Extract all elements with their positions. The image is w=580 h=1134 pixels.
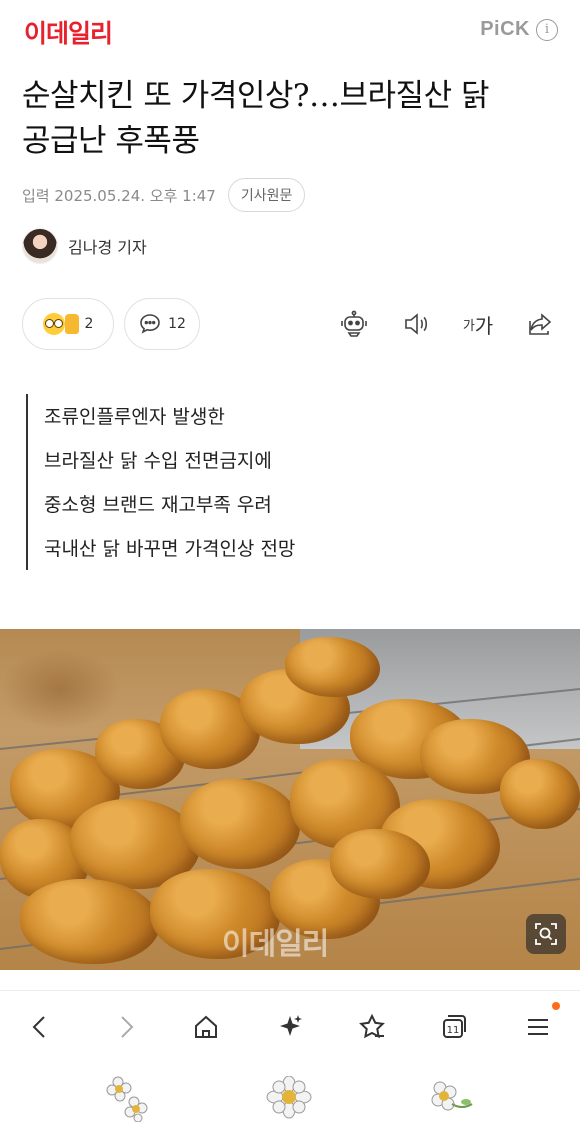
reporter-name: 김나경 기자 — [68, 238, 147, 257]
font-size-big-label: 가 — [474, 313, 494, 338]
headline-line-2: 공급난 후폭풍 — [22, 123, 200, 159]
share-button[interactable] — [522, 308, 558, 340]
reaction-button[interactable]: 2 — [22, 298, 114, 350]
headline: 순살치킨 또 가격인상?…브라질산 닭 공급난 후폭풍 — [22, 74, 562, 164]
home-icon — [195, 1015, 217, 1038]
tabs-count: 11 — [447, 1025, 460, 1036]
headline-line-1: 순살치킨 또 가격인상?…브라질산 닭 — [22, 78, 489, 114]
robot-icon — [341, 310, 367, 337]
font-size-small-label: 가 — [462, 318, 475, 334]
logo[interactable]: 이데일리 — [24, 14, 113, 50]
flower-decoration-icon — [431, 1081, 473, 1111]
flower-decoration-icon — [266, 1076, 312, 1119]
back-icon — [32, 1016, 45, 1038]
read-aloud-button[interactable] — [398, 308, 434, 340]
fried-chicken-piece — [330, 829, 430, 899]
tabs-button[interactable]: 11 — [434, 1009, 474, 1045]
article-photo[interactable]: 이데일리 — [0, 629, 580, 970]
avatar — [22, 228, 58, 264]
forward-icon — [121, 1016, 134, 1038]
back-button[interactable] — [20, 1009, 60, 1045]
article-meta: 입력 2025.05.24. 오후 1:47 기사원문 — [22, 178, 306, 212]
home-button[interactable] — [186, 1009, 226, 1045]
reporter[interactable]: 김나경 기자 — [22, 228, 147, 264]
comment-count: 12 — [168, 316, 186, 332]
notification-dot — [552, 1002, 560, 1010]
bookmark-button[interactable] — [352, 1009, 392, 1045]
thumbs-up-emoji-icon — [64, 314, 79, 334]
share-icon — [529, 313, 552, 335]
header: 이데일리 PiCK i — [0, 0, 580, 62]
fried-chicken-piece — [500, 759, 580, 829]
original-article-button[interactable]: 기사원문 — [227, 178, 306, 212]
sparkle-icon — [280, 1015, 302, 1036]
summary-line: 브라질산 닭 수입 전면금지에 — [44, 450, 272, 472]
tabs-icon: 11 — [443, 1015, 466, 1038]
speaker-icon — [405, 313, 428, 335]
summary-line: 중소형 브랜드 재고부족 우려 — [44, 494, 272, 516]
publish-date: 입력 2025.05.24. 오후 1:47 — [22, 186, 216, 205]
action-bar: 2 12 가 가 — [22, 298, 558, 352]
browser-bottom-nav: 11 — [0, 990, 580, 1062]
summary-line: 조류인플루엔자 발생한 — [44, 406, 225, 428]
summary-bot-button[interactable] — [336, 308, 372, 340]
zoom-icon — [535, 923, 557, 945]
menu-icon — [528, 1019, 548, 1035]
flower-decoration-icon — [106, 1076, 148, 1122]
surprised-emoji-icon — [42, 313, 65, 335]
menu-button[interactable] — [518, 1009, 558, 1045]
photo-watermark: 이데일리 — [222, 927, 329, 962]
forward-button[interactable] — [106, 1009, 146, 1045]
info-icon[interactable]: i — [536, 18, 558, 41]
comment-icon — [140, 314, 160, 334]
pick-label: PiCK — [480, 18, 530, 40]
reaction-count: 2 — [84, 316, 94, 332]
decorative-flowers — [0, 1062, 580, 1134]
comment-button[interactable]: 12 — [124, 298, 200, 350]
pick-badge[interactable]: PiCK i — [480, 18, 558, 41]
image-zoom-button[interactable] — [526, 914, 566, 954]
article-summary: 조류인플루엔자 발생한 브라질산 닭 수입 전면금지에 중소형 브랜드 재고부족… — [26, 394, 295, 570]
font-size-button[interactable]: 가 가 — [456, 308, 500, 340]
star-bookmark-icon — [359, 1013, 385, 1039]
fried-chicken-piece — [285, 637, 380, 697]
summary-line: 국내산 닭 바꾸면 가격인상 전망 — [44, 538, 296, 560]
ai-sparkle-button[interactable] — [270, 1009, 310, 1045]
